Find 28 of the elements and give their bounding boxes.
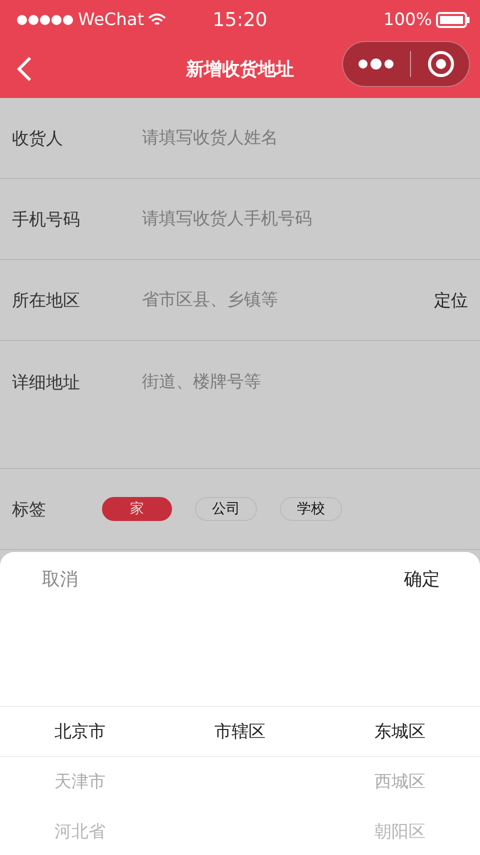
locate-link[interactable]: 定位 bbox=[434, 288, 468, 312]
picker-option[interactable]: 北京市 bbox=[54, 720, 106, 742]
more-icon[interactable] bbox=[356, 58, 395, 70]
picker-option[interactable]: 市辖区 bbox=[214, 720, 266, 742]
tag-chip[interactable]: 家 bbox=[102, 497, 172, 521]
tag-chip[interactable]: 公司 bbox=[195, 497, 257, 521]
picker-option[interactable]: 东城区 bbox=[374, 720, 426, 742]
cancel-button[interactable]: 取消 bbox=[42, 567, 78, 591]
battery-percent: 100% bbox=[383, 10, 432, 30]
field-label: 收货人 bbox=[12, 128, 64, 150]
back-icon[interactable] bbox=[16, 56, 32, 82]
input-field[interactable]: 请填写收货人姓名 bbox=[142, 128, 468, 148]
tag-chip[interactable]: 学校 bbox=[280, 497, 342, 521]
battery-icon bbox=[436, 12, 470, 28]
field-label: 标签 bbox=[12, 498, 47, 520]
status-time: 15:20 bbox=[212, 9, 268, 31]
input-field[interactable]: 省市区县、乡镇等 bbox=[142, 290, 434, 310]
carrier-name: WeChat bbox=[78, 10, 144, 30]
field-label: 详细地址 bbox=[12, 372, 81, 394]
field-label: 手机号码 bbox=[12, 208, 81, 230]
signal-icon bbox=[16, 14, 74, 26]
input-field[interactable]: 请填写收货人手机号码 bbox=[142, 209, 468, 229]
page-title: 新增收货地址 bbox=[186, 58, 294, 81]
field-label: 所在地区 bbox=[12, 290, 81, 312]
close-icon[interactable] bbox=[427, 50, 456, 78]
confirm-button[interactable]: 确定 bbox=[404, 567, 440, 591]
textarea-field[interactable]: 街道、楼牌号等 bbox=[142, 371, 468, 431]
wifi-icon bbox=[148, 13, 166, 27]
